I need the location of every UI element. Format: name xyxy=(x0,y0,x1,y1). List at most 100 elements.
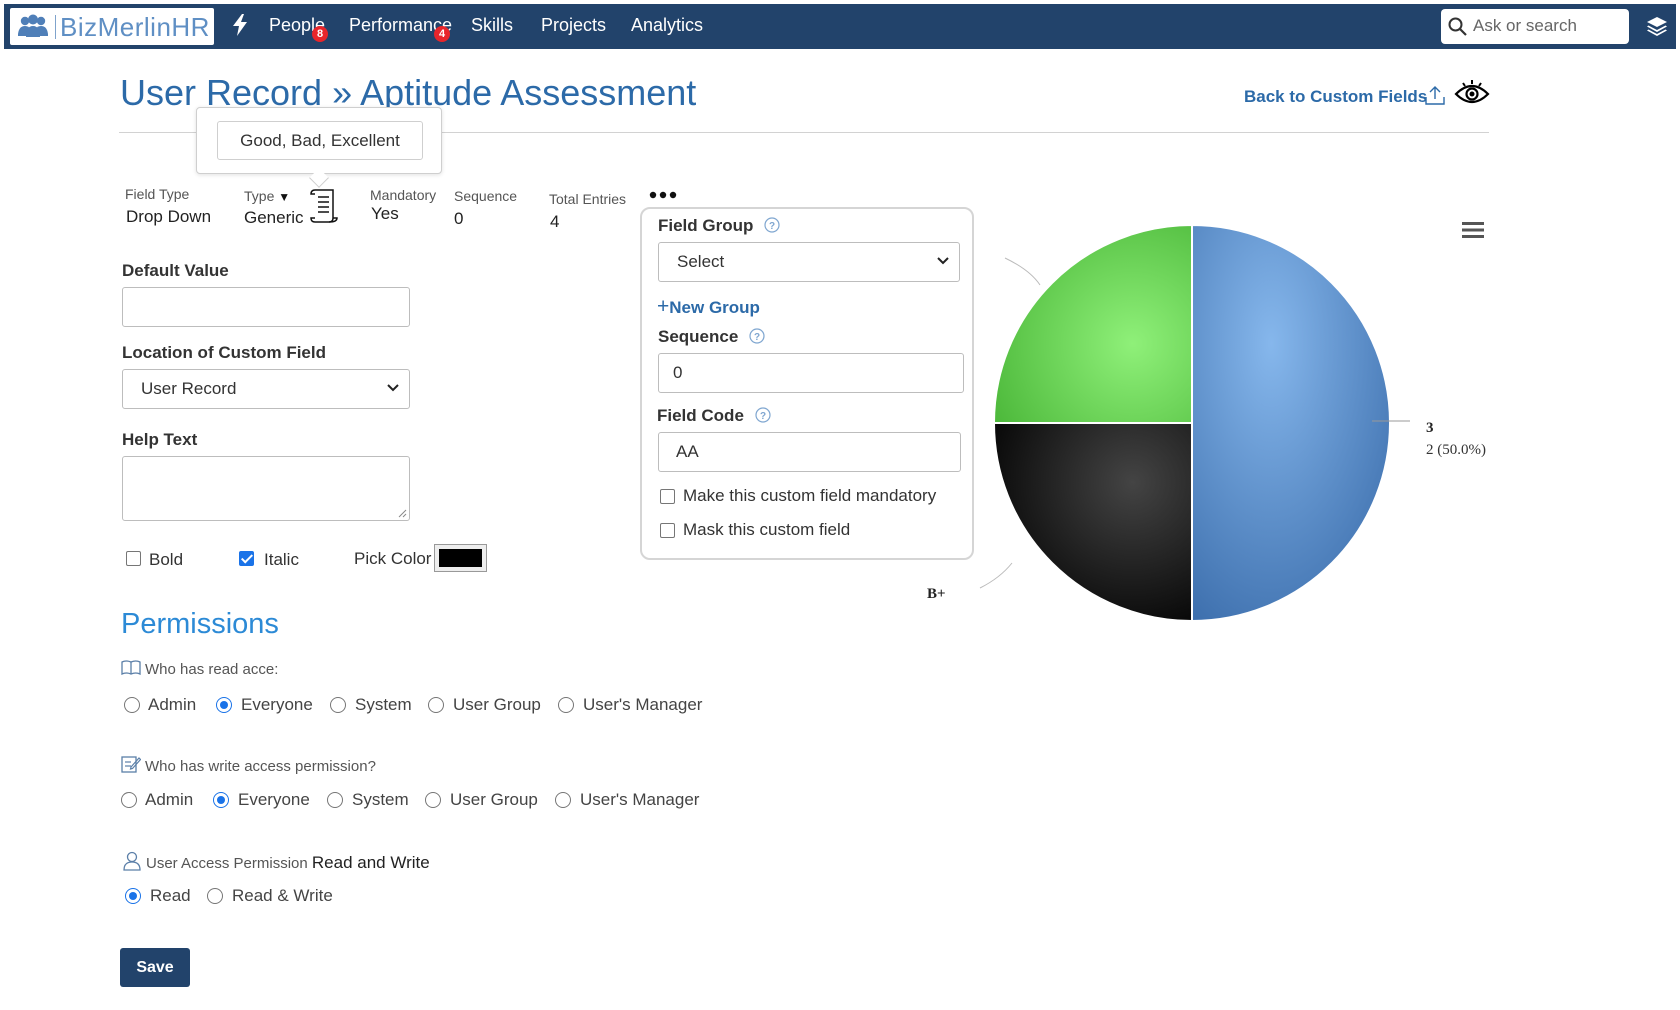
help-text-textarea[interactable] xyxy=(122,456,410,521)
nav-skills[interactable]: Skills xyxy=(471,15,513,36)
access-radio-read-write[interactable] xyxy=(207,888,223,904)
read-radio-everyone[interactable] xyxy=(216,697,232,713)
total-entries-label: Total Entries xyxy=(549,191,627,207)
read-option-users-manager-label: User's Manager xyxy=(583,695,703,714)
layers-icon[interactable] xyxy=(1646,16,1668,36)
lightning-bolt-icon[interactable] xyxy=(232,14,248,36)
access-radio-read[interactable] xyxy=(125,888,141,904)
access-option-read-write-label: Read & Write xyxy=(232,886,333,905)
slice-percent-3: 2 (50.0%) xyxy=(1426,442,1486,458)
preview-eye-icon[interactable] xyxy=(1454,80,1490,108)
location-select[interactable]: User Record xyxy=(122,369,410,409)
write-option-users-manager-label: User's Manager xyxy=(580,790,700,809)
field-code-input[interactable] xyxy=(658,432,961,472)
field-group-label: Field Group ? xyxy=(658,216,780,236)
write-radio-user-group[interactable] xyxy=(425,792,441,808)
pie-slice-3[interactable] xyxy=(1191,223,1391,623)
write-access-question: Who has write access permission? xyxy=(145,758,376,775)
panel-sequence-input[interactable] xyxy=(658,353,964,393)
brand-logo[interactable]: BizMerlinHR xyxy=(10,8,214,45)
mandatory-checkbox[interactable] xyxy=(660,489,675,504)
mandatory-checkbox-label: Make this custom field mandatory xyxy=(683,486,937,505)
svg-text:?: ? xyxy=(760,411,766,422)
write-radio-everyone[interactable] xyxy=(213,792,229,808)
upload-icon[interactable] xyxy=(1424,84,1446,106)
chevron-down-icon xyxy=(937,257,949,265)
read-option-everyone-label: Everyone xyxy=(241,695,313,714)
field-group-select[interactable]: Select xyxy=(658,242,960,282)
write-radio-users-manager[interactable] xyxy=(555,792,571,808)
svg-text:?: ? xyxy=(769,221,775,232)
performance-notification-badge: 4 xyxy=(434,26,450,42)
user-access-value: Read and Write xyxy=(311,853,430,872)
people-notification-badge: 8 xyxy=(312,26,328,42)
field-type-value: Drop Down xyxy=(126,207,212,226)
pie-slice-b-plus[interactable] xyxy=(992,422,1193,623)
nav-analytics[interactable]: Analytics xyxy=(631,15,703,36)
back-to-custom-fields-link[interactable]: Back to Custom Fields xyxy=(1244,87,1427,107)
help-icon[interactable]: ? xyxy=(755,407,771,423)
color-picker-swatch[interactable] xyxy=(434,544,487,572)
top-navbar: BizMerlinHR People 8 Performance 4 Skill… xyxy=(4,4,1676,49)
dropdown-values-text: Good, Bad, Excellent xyxy=(217,121,423,160)
pie-slices xyxy=(992,223,1391,623)
read-radio-users-manager[interactable] xyxy=(558,697,574,713)
read-radio-admin[interactable] xyxy=(124,697,140,713)
plus-icon: + xyxy=(657,295,670,318)
help-icon[interactable]: ? xyxy=(764,217,780,233)
color-swatch-fill xyxy=(439,549,482,567)
resize-grip-icon[interactable] xyxy=(397,508,407,518)
slice-label-3: 3 xyxy=(1426,420,1434,436)
read-radio-user-group[interactable] xyxy=(428,697,444,713)
list-document-icon[interactable] xyxy=(309,188,341,224)
default-value-label: Default Value xyxy=(122,261,229,280)
pick-color-label: Pick Color xyxy=(354,549,432,568)
mask-checkbox[interactable] xyxy=(660,523,675,538)
search-icon[interactable] xyxy=(1448,17,1467,36)
search-input[interactable] xyxy=(1471,13,1623,39)
nav-projects[interactable]: Projects xyxy=(541,15,606,36)
read-option-admin-label: Admin xyxy=(148,695,197,714)
people-group-icon xyxy=(18,14,48,37)
read-option-system-label: System xyxy=(355,695,412,714)
write-radio-system[interactable] xyxy=(327,792,343,808)
italic-checkbox[interactable] xyxy=(239,551,254,566)
write-radio-admin[interactable] xyxy=(121,792,137,808)
panel-sequence-label-text: Sequence xyxy=(658,327,739,346)
default-value-input[interactable] xyxy=(122,287,410,327)
help-icon[interactable]: ? xyxy=(749,328,765,344)
mandatory-value: Yes xyxy=(371,204,399,223)
save-button[interactable]: Save xyxy=(120,948,190,987)
slice-leader-line-green xyxy=(1004,257,1041,286)
slice-label-b-plus: B+ xyxy=(927,586,946,602)
write-option-user-group-label: User Group xyxy=(450,790,538,809)
entries-pie-chart: 3 2 (50.0%) B+ xyxy=(927,223,1486,623)
svg-text:?: ? xyxy=(754,332,760,343)
read-radio-system[interactable] xyxy=(330,697,346,713)
more-options-icon[interactable] xyxy=(649,191,681,199)
new-group-link[interactable]: +New Group xyxy=(657,295,760,319)
edit-note-icon xyxy=(121,756,141,773)
chart-menu-icon[interactable] xyxy=(1462,221,1484,239)
user-icon xyxy=(123,851,141,871)
type-label[interactable]: Type ▼ xyxy=(244,188,290,204)
panel-sequence-label: Sequence ? xyxy=(658,327,765,347)
pie-slice-unlabeled[interactable] xyxy=(992,223,1193,424)
bold-checkbox[interactable] xyxy=(126,551,141,566)
new-group-label: New Group xyxy=(669,298,760,317)
write-option-everyone-label: Everyone xyxy=(238,790,310,809)
location-label: Location of Custom Field xyxy=(122,343,326,362)
field-type-label: Field Type xyxy=(125,186,190,202)
global-search xyxy=(1441,9,1629,44)
nav-analytics-label: Analytics xyxy=(631,15,704,35)
access-option-read-label: Read xyxy=(150,886,191,905)
sequence-meta-value: 0 xyxy=(454,209,464,228)
type-label-text: Type xyxy=(244,188,275,204)
brand-name: BizMerlinHR xyxy=(60,12,210,42)
write-option-admin-label: Admin xyxy=(145,790,194,809)
type-value: Generic xyxy=(244,208,304,227)
nav-skills-label: Skills xyxy=(471,15,514,35)
italic-label: Italic xyxy=(264,550,299,569)
help-text-label: Help Text xyxy=(122,430,198,449)
nav-projects-label: Projects xyxy=(541,15,607,35)
